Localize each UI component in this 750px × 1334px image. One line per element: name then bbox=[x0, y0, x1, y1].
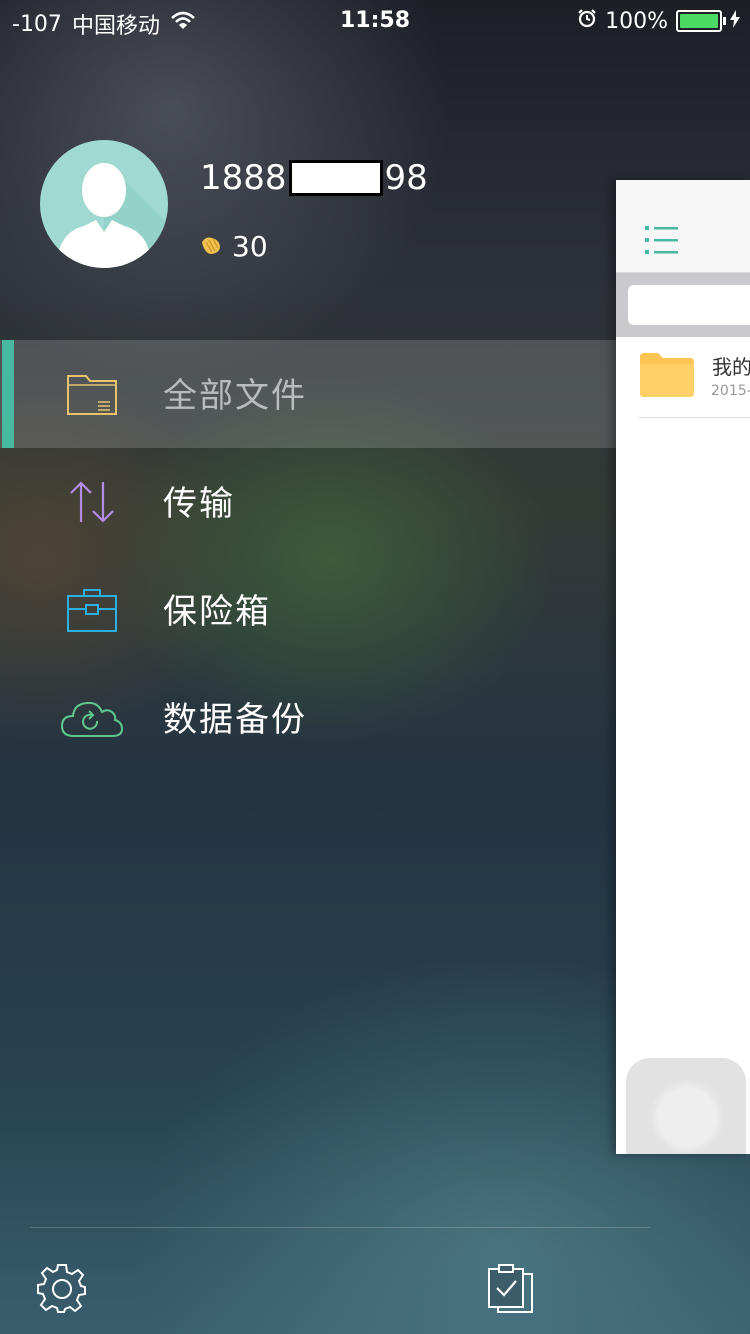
bottom-divider bbox=[30, 1227, 650, 1228]
file-date: 2015- bbox=[711, 383, 750, 399]
folder-icon bbox=[60, 366, 124, 422]
main-content-peek[interactable]: 我的 2015- bbox=[616, 180, 750, 1154]
folder-icon bbox=[640, 351, 694, 401]
points-value: 30 bbox=[232, 230, 268, 263]
menu-label-all-files: 全部文件 bbox=[163, 376, 307, 416]
list-icon[interactable] bbox=[644, 224, 680, 260]
shell-icon bbox=[200, 230, 222, 263]
points-badge[interactable]: 30 bbox=[200, 230, 268, 263]
menu-item-safe-box[interactable]: 保险箱 bbox=[0, 556, 616, 664]
user-silhouette-icon bbox=[56, 160, 168, 268]
transfer-arrows-icon bbox=[60, 474, 124, 530]
menu-item-all-files[interactable]: 全部文件 bbox=[0, 340, 616, 448]
briefcase-icon bbox=[60, 582, 124, 638]
list-item[interactable]: 我的 2015- bbox=[638, 337, 750, 418]
side-menu: 全部文件 传输 保险箱 数据备份 bbox=[0, 340, 616, 772]
charging-icon bbox=[730, 9, 740, 34]
battery-percent: 100% bbox=[605, 8, 668, 34]
clipboard-check-icon[interactable] bbox=[486, 1264, 536, 1318]
panel-header bbox=[616, 180, 750, 273]
username: 1888 98 bbox=[200, 158, 428, 198]
menu-label-data-backup: 数据备份 bbox=[163, 700, 307, 740]
avatar[interactable] bbox=[40, 140, 168, 268]
gear-icon[interactable] bbox=[36, 1262, 88, 1318]
status-bar: -107 中国移动 11:58 100% bbox=[0, 0, 750, 40]
search-input[interactable] bbox=[628, 285, 750, 325]
active-indicator bbox=[2, 340, 14, 448]
cloud-sync-icon bbox=[60, 690, 124, 746]
menu-label-transfer: 传输 bbox=[163, 484, 235, 524]
username-suffix: 98 bbox=[384, 158, 428, 198]
redaction-mask bbox=[288, 160, 383, 196]
menu-item-transfer[interactable]: 传输 bbox=[0, 448, 616, 556]
battery-icon bbox=[676, 10, 726, 32]
alarm-icon bbox=[577, 8, 597, 34]
floating-button-core bbox=[658, 1088, 716, 1146]
search-bar bbox=[616, 273, 750, 337]
status-right: 100% bbox=[577, 8, 740, 34]
username-prefix: 1888 bbox=[200, 158, 287, 198]
floating-action-button[interactable] bbox=[626, 1058, 746, 1154]
file-name: 我的 bbox=[712, 355, 750, 379]
menu-label-safe-box: 保险箱 bbox=[163, 592, 271, 632]
menu-item-data-backup[interactable]: 数据备份 bbox=[0, 664, 616, 772]
